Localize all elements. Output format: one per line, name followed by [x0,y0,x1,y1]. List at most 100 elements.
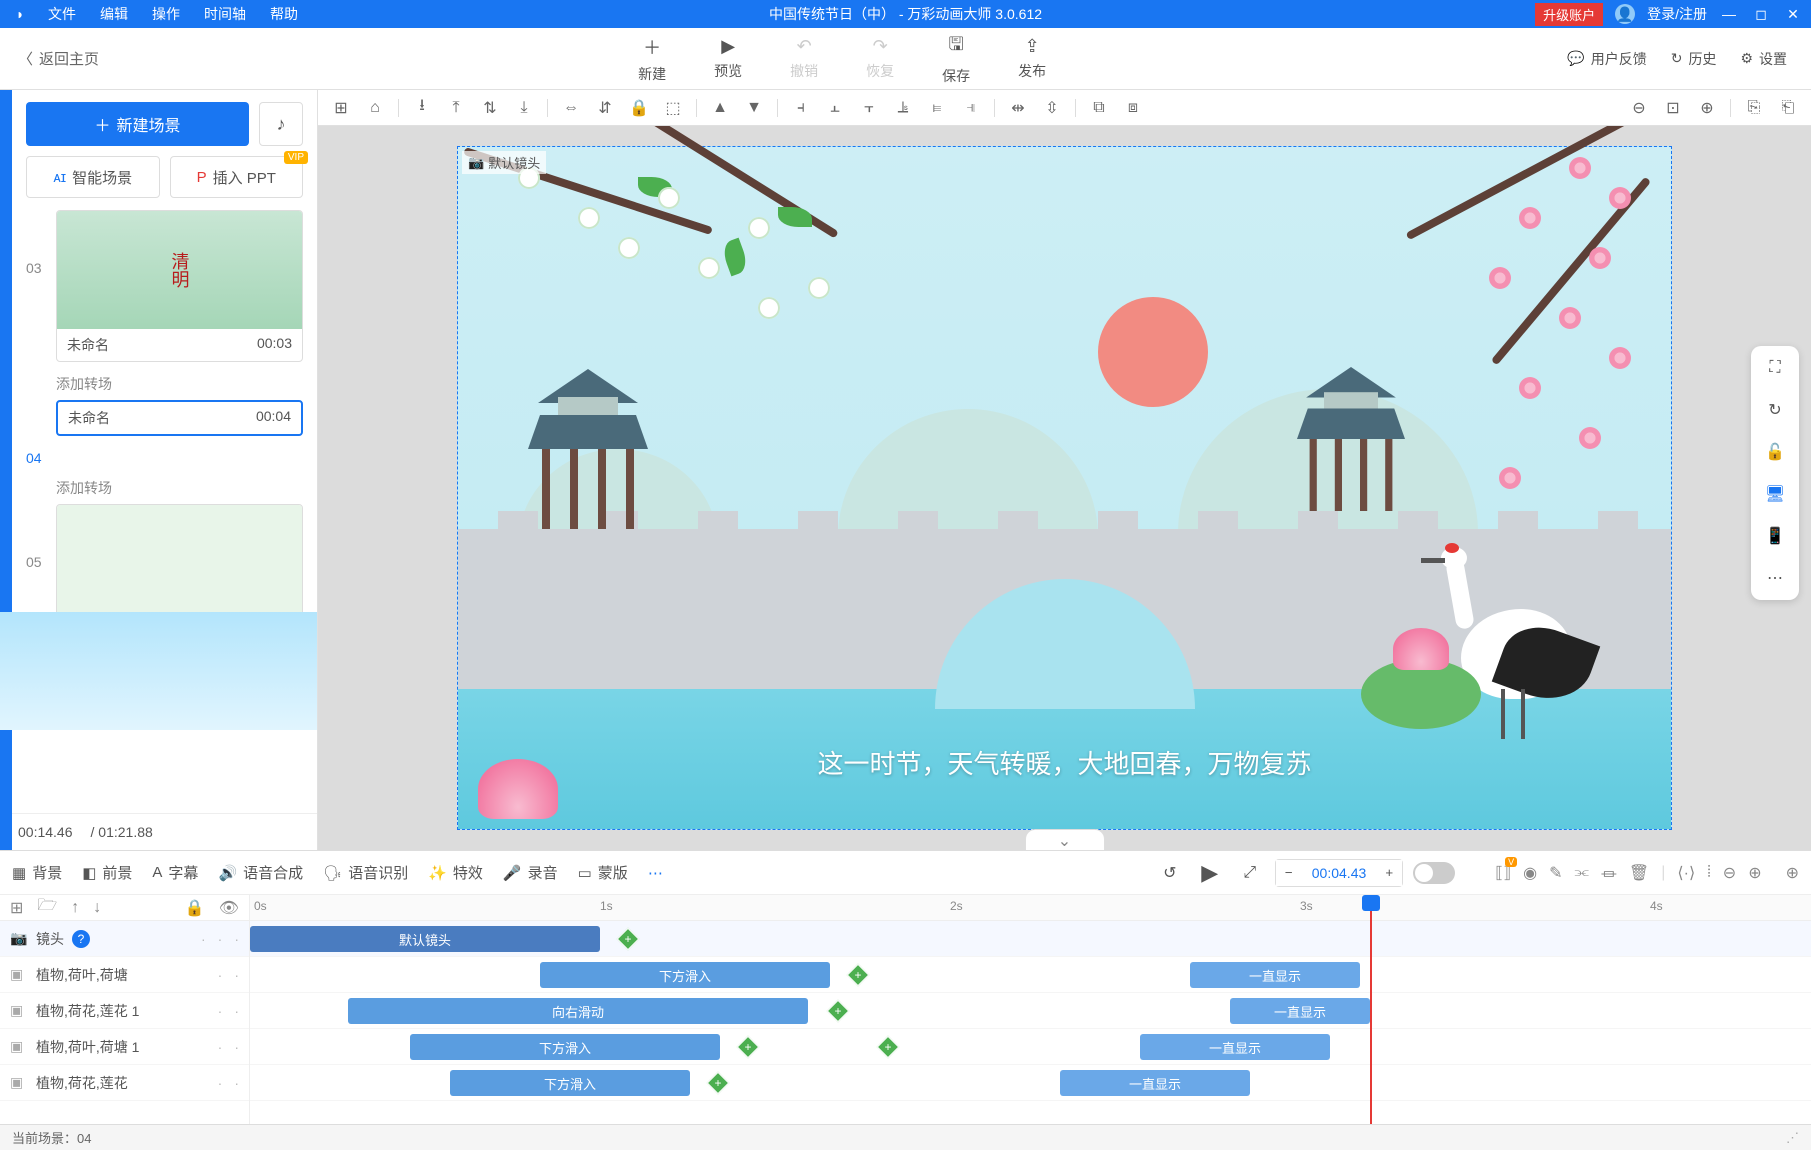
keyframe[interactable] [737,1036,760,1059]
download-icon[interactable]: ⭳ [407,93,437,123]
valign-mid-icon[interactable]: ⫢ [922,93,952,123]
layer-up-icon[interactable]: ▲ [705,93,735,123]
clip[interactable]: 默认镜头 [250,926,600,952]
layout-icon[interactable]: ⊞ [326,93,356,123]
zoom-out-icon[interactable]: ⊖ [1624,93,1654,123]
music-button[interactable]: ♪ [259,102,303,146]
track-row[interactable]: ▣植物,荷叶,荷塘·· [0,957,249,993]
clip[interactable]: 下方滑入 [540,962,830,988]
align-center-icon[interactable]: ⫠ [820,93,850,123]
tab-asr[interactable]: 🗣语音识别 [323,862,408,883]
edit-icon[interactable]: ✎ [1549,863,1562,883]
split-icon[interactable]: ⦙ [1707,864,1711,882]
filter-icon[interactable]: ⏛ [1601,861,1617,885]
ruler[interactable]: 0s 1s 2s 3s 4s [250,895,1811,921]
paste-icon[interactable]: ⎗ [1773,93,1803,123]
collapse-handle[interactable]: ⌄ [1025,829,1105,850]
align-middle-icon[interactable]: ⇅ [475,93,505,123]
lane-camera[interactable]: 默认镜头 [250,921,1811,957]
track-row[interactable]: ▣植物,荷花,莲花·· [0,1065,249,1101]
flip-h-icon[interactable]: ⇔ [556,93,586,123]
playhead[interactable] [1370,895,1372,1124]
clip[interactable]: 向右滑动 [348,998,808,1024]
add-track-icon[interactable]: ⊞ [10,898,23,918]
clip[interactable]: 下方滑入 [450,1070,690,1096]
save-button[interactable]: 🖫保存 [942,32,970,86]
tab-foreground[interactable]: ◧前景 [82,862,132,883]
preview-button[interactable]: ▶预览 [714,36,742,81]
clip[interactable]: 一直显示 [1060,1070,1250,1096]
keyframe[interactable] [617,928,640,951]
clip[interactable]: 下方滑入 [410,1034,720,1060]
tab-background[interactable]: ▦背景 [12,862,62,883]
time-minus[interactable]: − [1276,860,1302,886]
lane-row[interactable]: 下方滑入 一直显示 [250,957,1811,993]
add-track-icon[interactable]: ⊕ [1786,863,1799,883]
menu-help[interactable]: 帮助 [270,4,298,24]
play-button[interactable]: ▶ [1195,858,1225,888]
align-top-icon[interactable]: ⤒ [441,93,471,123]
clip[interactable]: 一直显示 [1230,998,1370,1024]
lane-row[interactable]: 向右滑动 一直显示 [250,993,1811,1029]
login-link[interactable]: 登录/注册 [1647,4,1707,24]
clip[interactable]: 一直显示 [1140,1034,1330,1060]
keyframe[interactable] [707,1072,730,1095]
align-bottom-icon[interactable]: ⤓ [509,93,539,123]
mobile-icon[interactable]: 📱 [1763,524,1787,548]
zoom-in-icon[interactable]: ⊕ [1692,93,1722,123]
add-transition[interactable]: 添加转场 [26,368,303,400]
valign-bot-icon[interactable]: ⫣ [956,93,986,123]
keyframe[interactable] [847,964,870,987]
rewind-button[interactable]: ↺ [1155,858,1185,888]
minimize-button[interactable]: — [1719,6,1739,22]
group-icon[interactable]: ⧉ [1084,93,1114,123]
timeline-lane[interactable]: 0s 1s 2s 3s 4s 默认镜头 下方滑入 一直显示 向右滑动 一直显示 [250,895,1811,1124]
history-link[interactable]: ↻历史 [1671,49,1717,69]
undo-button[interactable]: ↶撤销 [790,36,818,81]
back-button[interactable]: 〈 返回主页 [0,28,117,89]
distribute-v-icon[interactable]: ⇳ [1037,93,1067,123]
tab-record[interactable]: 🎤录音 [503,862,558,883]
track-camera[interactable]: 📷 镜头 ? ··· [0,921,249,957]
ai-scene-button[interactable]: ᴀɪ智能场景 [26,156,160,198]
crop-icon[interactable]: ⬚ [658,93,688,123]
copy-icon[interactable]: ⎘ [1739,93,1769,123]
tab-subtitle[interactable]: A字幕 [152,862,198,883]
trash-icon[interactable]: 🗑 [1629,863,1649,883]
link-icon[interactable]: ⫘ [1574,864,1588,882]
more-icon[interactable]: ⋯ [1763,566,1787,590]
expand-button[interactable]: ⤢ [1235,858,1265,888]
ungroup-icon[interactable]: ⧈ [1118,93,1148,123]
rotate-icon[interactable]: ↻ [1763,398,1787,422]
publish-button[interactable]: ⇪发布 [1018,36,1046,81]
lock-all-icon[interactable]: 🔒 [185,898,205,918]
upgrade-button[interactable]: 升级账户 [1535,3,1603,26]
camera-label[interactable]: 📷默认镜头 [462,151,546,174]
flip-v-icon[interactable]: ⇵ [590,93,620,123]
scene-item[interactable]: 04 未命名00:04 [26,400,303,466]
keyframe[interactable] [827,1000,850,1023]
clip[interactable]: 一直显示 [1190,962,1360,988]
valign-top-icon[interactable]: ⫡ [888,93,918,123]
close-button[interactable]: ✕ [1783,6,1803,23]
canvas-stage[interactable]: 📷默认镜头 这一时节，天气转暖，大地回春，万物复苏 ⛶ ↻ 🔓 🖥 📱 ⋯ ⌄ [318,126,1811,850]
tab-effect[interactable]: ✨特效 [428,862,483,883]
time-value[interactable]: 00:04.43 [1302,865,1377,881]
insert-ppt-button[interactable]: P插入 PPTVIP [170,156,304,198]
bracket-icon[interactable]: ⟦⟧V [1495,863,1511,883]
track-row[interactable]: ▣植物,荷叶,荷塘 1·· [0,1029,249,1065]
marker-icon[interactable]: ⟨·⟩ [1677,863,1695,883]
maximize-button[interactable]: ◻ [1751,6,1771,23]
align-right-icon[interactable]: ⫟ [854,93,884,123]
redo-button[interactable]: ↷恢复 [866,36,894,81]
home-icon[interactable]: ⌂ [360,93,390,123]
new-button[interactable]: ＋新建 [638,34,666,84]
fullscreen-icon[interactable]: ⛶ [1763,356,1787,380]
align-left-icon[interactable]: ⫞ [786,93,816,123]
time-plus[interactable]: + [1376,860,1402,886]
layer-down-icon[interactable]: ▼ [739,93,769,123]
keyframe[interactable] [877,1036,900,1059]
down-icon[interactable]: ↓ [93,899,101,917]
resize-handle-icon[interactable]: ⋰ [1786,1130,1799,1146]
settings-link[interactable]: ⚙设置 [1740,49,1787,69]
